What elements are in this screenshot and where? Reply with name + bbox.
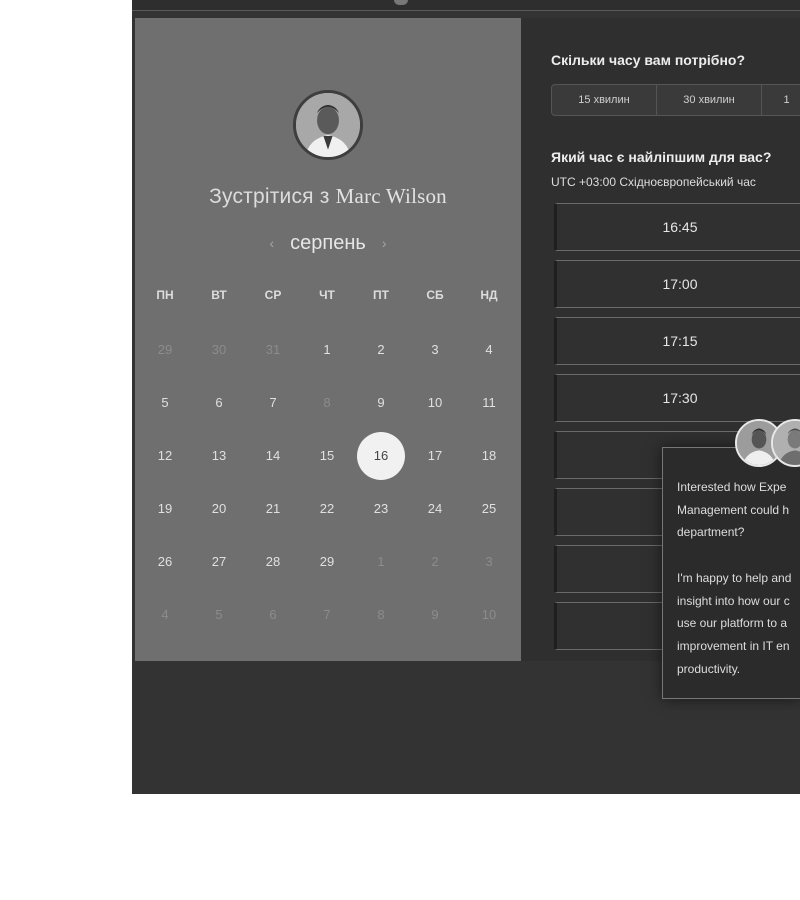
calendar-day[interactable]: 10 <box>415 393 455 413</box>
calendar-day: 3 <box>485 554 493 569</box>
calendar-day[interactable]: 6 <box>199 393 239 413</box>
chat-line: use our platform to a <box>677 616 788 631</box>
booking-widget: Зустрітися з Marc Wilson ‹ серпень › ПН … <box>132 0 800 794</box>
chevron-left-icon[interactable]: ‹ <box>269 235 274 251</box>
calendar-day: 30 <box>211 342 227 357</box>
calendar-day[interactable]: 7 <box>253 393 293 413</box>
duration-selector: 15 хвилин 30 хвилин 1 <box>551 84 800 116</box>
chat-agent-avatar-image <box>773 421 800 465</box>
calendar-day[interactable]: 17 <box>415 446 455 466</box>
calendar-day: 1 <box>377 554 385 569</box>
calendar-day: 9 <box>431 607 439 622</box>
calendar-day[interactable]: 24 <box>415 499 455 519</box>
calendar-day: 8 <box>323 395 331 410</box>
chat-line: department? <box>677 525 745 540</box>
host-name: Marc Wilson <box>335 184 447 208</box>
calendar-day[interactable]: 22 <box>307 499 347 519</box>
time-question: Який час є найліпшим для вас? <box>551 149 772 165</box>
calendar-day[interactable]: 1 <box>307 340 347 360</box>
calendar-day: 7 <box>323 607 331 622</box>
time-slot[interactable]: 17:15 <box>554 317 800 365</box>
calendar-day: 8 <box>377 607 385 622</box>
calendar-day[interactable]: 20 <box>199 499 239 519</box>
time-slot[interactable]: 17:30 <box>554 374 800 422</box>
duration-60[interactable]: 1 <box>762 85 800 115</box>
time-slot[interactable]: 17:00 <box>554 260 800 308</box>
weekday-tue: ВТ <box>211 288 227 302</box>
host-avatar-image <box>296 93 360 157</box>
month-label: серпень <box>290 231 366 254</box>
chat-agent-avatars[interactable] <box>735 419 800 471</box>
calendar-day[interactable]: 19 <box>145 499 185 519</box>
calendar-day: 31 <box>265 342 281 357</box>
calendar-day: 5 <box>215 607 223 622</box>
calendar-day[interactable]: 5 <box>145 393 185 413</box>
calendar-day[interactable]: 9 <box>361 393 401 413</box>
weekday-fri: ПТ <box>373 288 389 302</box>
calendar-day[interactable]: 12 <box>145 446 185 466</box>
calendar-day[interactable]: 4 <box>469 340 509 360</box>
calendar-day[interactable]: 15 <box>307 446 347 466</box>
chat-popup[interactable]: Interested how Expe Management could h d… <box>662 447 800 699</box>
time-slot[interactable]: 16:45 <box>554 203 800 251</box>
weekday-mon: ПН <box>156 288 174 302</box>
timezone-label[interactable]: UTC +03:00 Східноєвропейський час <box>551 175 756 189</box>
calendar-day[interactable]: 26 <box>145 552 185 572</box>
weekday-sun: НД <box>480 288 498 302</box>
weekday-thu: ЧТ <box>319 288 335 302</box>
calendar-day[interactable]: 25 <box>469 499 509 519</box>
calendar-day[interactable]: 13 <box>199 446 239 466</box>
calendar-day: 4 <box>161 607 169 622</box>
calendar-day: 10 <box>481 607 497 622</box>
calendar-day[interactable]: 18 <box>469 446 509 466</box>
chat-line: I'm happy to help and <box>677 570 792 585</box>
chat-line: Interested how Expe <box>677 480 787 494</box>
weekday-header: ПН ВТ СР ЧТ ПТ СБ НД <box>135 288 521 304</box>
month-navigation: ‹ серпень › <box>135 230 521 256</box>
top-strip <box>132 0 800 11</box>
calendar-day: 29 <box>157 342 173 357</box>
calendar-day[interactable]: 11 <box>469 393 509 413</box>
chevron-right-icon[interactable]: › <box>382 235 387 251</box>
duration-15[interactable]: 15 хвилин <box>552 85 657 115</box>
host-title: Зустрітися з Marc Wilson <box>135 184 521 209</box>
calendar-day[interactable]: 27 <box>199 552 239 572</box>
host-avatar <box>293 90 363 160</box>
meet-prefix: Зустрітися з <box>209 185 330 208</box>
calendar-day: 2 <box>431 554 439 569</box>
calendar-panel: Зустрітися з Marc Wilson ‹ серпень › ПН … <box>135 18 521 661</box>
chat-line: Management could h <box>677 502 790 517</box>
top-strip-mark <box>394 0 408 5</box>
calendar-day[interactable]: 14 <box>253 446 293 466</box>
calendar-day: 6 <box>269 607 277 622</box>
calendar-day[interactable]: 29 <box>307 552 347 572</box>
calendar-day[interactable]: 21 <box>253 499 293 519</box>
chat-line: improvement in IT en <box>677 638 790 653</box>
duration-30[interactable]: 30 хвилин <box>657 85 762 115</box>
calendar-day[interactable]: 3 <box>415 340 455 360</box>
calendar-day-selected[interactable]: 16 <box>357 432 405 480</box>
chat-line: productivity. <box>677 661 741 676</box>
calendar-day[interactable]: 2 <box>361 340 401 360</box>
chat-spacer <box>677 544 800 567</box>
chat-line: insight into how our c <box>677 593 790 608</box>
duration-question: Скільки часу вам потрібно? <box>551 52 746 68</box>
calendar-day[interactable]: 28 <box>253 552 293 572</box>
weekday-sat: СБ <box>426 288 444 302</box>
calendar-day[interactable]: 23 <box>361 499 401 519</box>
weekday-wed: СР <box>264 288 282 302</box>
chat-message: Interested how Expe Management could h d… <box>677 476 800 680</box>
